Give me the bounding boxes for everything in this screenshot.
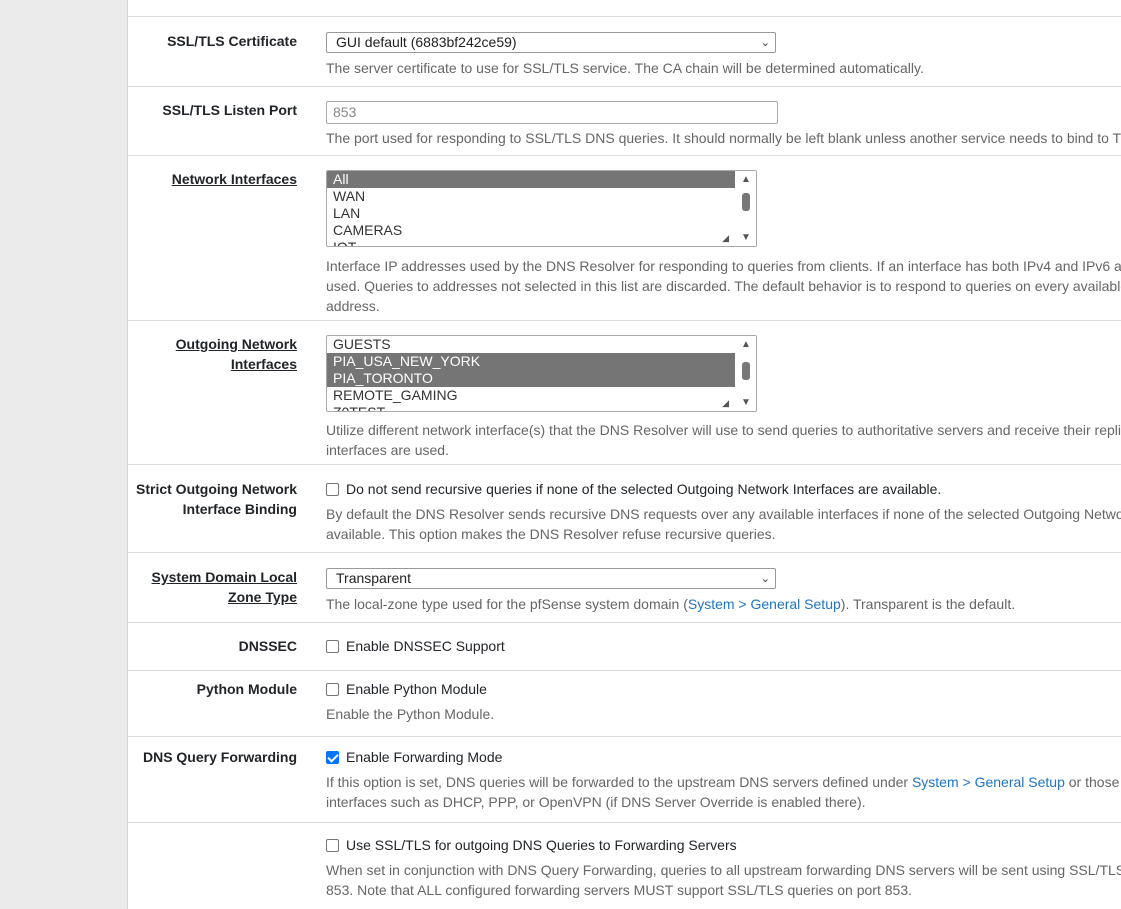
listbox-scrollbar[interactable]: ▲ ▼ <box>736 336 756 411</box>
help-line: If this option is set, DNS queries will … <box>326 774 1121 790</box>
help-line: interfaces are used. <box>326 442 449 458</box>
help-line: Interface IP addresses used by the DNS R… <box>326 258 1121 274</box>
previous-row-fragment <box>128 0 1121 17</box>
ssl-certificate-label: SSL/TLS Certificate <box>167 33 297 49</box>
help-text: ). Transparent is the default. <box>840 596 1016 612</box>
python-module-help: Enable the Python Module. <box>326 706 495 722</box>
resize-grip-icon[interactable]: ◢ <box>722 233 729 244</box>
list-option-cameras[interactable]: CAMERAS <box>327 222 735 239</box>
chevron-down-icon: ⌄ <box>760 573 770 585</box>
strict-binding-checkbox[interactable] <box>326 483 339 496</box>
chevron-down-icon: ⌄ <box>760 37 770 49</box>
list-option-pia-toronto[interactable]: PIA_TORONTO <box>327 370 735 387</box>
scroll-up-icon[interactable]: ▲ <box>741 174 751 185</box>
python-module-checkbox[interactable] <box>326 683 339 696</box>
zone-type-select[interactable]: Transparent ⌄ <box>326 568 776 589</box>
list-option-guests[interactable]: GUESTS <box>327 336 735 353</box>
forwarding-tls-checkbox[interactable] <box>326 839 339 852</box>
help-line: address. <box>326 298 380 314</box>
strict-binding-label: Strict Outgoing Network Interface Binding <box>136 481 297 517</box>
forwarding-tls-checkbox-label[interactable]: Use SSL/TLS for outgoing DNS Queries to … <box>346 837 737 853</box>
list-option-z0test[interactable]: Z0TEST <box>327 404 735 411</box>
dns-query-forwarding-label: DNS Query Forwarding <box>142 749 297 765</box>
general-setup-link[interactable]: System > General Setup <box>912 774 1065 790</box>
forwarding-checkbox[interactable] <box>326 751 339 764</box>
network-interfaces-listbox[interactable]: All WAN LAN CAMERAS IOT ▲ ▼ ◢ <box>326 170 757 247</box>
scroll-thumb[interactable] <box>742 362 750 380</box>
row-outgoing-network-interfaces: Outgoing Network Interfaces GUESTS PIA_US… <box>128 321 1121 465</box>
help-line: Utilize different network interface(s) t… <box>326 422 1121 438</box>
list-option-remote-gaming[interactable]: REMOTE_GAMING <box>327 387 735 404</box>
network-interfaces-help: Interface IP addresses used by the DNS R… <box>326 256 1121 316</box>
ssl-certificate-value: GUI default (6883bf242ce59) <box>336 34 517 50</box>
help-line: 853. Note that ALL configured forwarding… <box>326 882 912 898</box>
list-option-wan[interactable]: WAN <box>327 188 735 205</box>
ssl-certificate-select[interactable]: GUI default (6883bf242ce59) ⌄ <box>326 32 776 53</box>
settings-panel: SSL/TLS Certificate GUI default (6883bf2… <box>127 0 1121 909</box>
dnssec-label: DNSSEC <box>238 638 297 654</box>
resize-grip-icon[interactable]: ◢ <box>722 398 729 409</box>
help-line: available. This option makes the DNS Res… <box>326 526 776 542</box>
zone-type-value: Transparent <box>336 570 411 586</box>
dnssec-option: Enable DNSSEC Support <box>326 636 1121 656</box>
scroll-thumb[interactable] <box>742 193 750 211</box>
forwarding-option: Enable Forwarding Mode <box>326 747 1121 767</box>
help-line: interfaces such as DHCP, PPP, or OpenVPN… <box>326 794 866 810</box>
general-setup-link[interactable]: System > General Setup <box>688 596 841 612</box>
outgoing-network-interfaces-listbox[interactable]: GUESTS PIA_USA_NEW_YORK PIA_TORONTO REMO… <box>326 335 757 412</box>
row-forwarding-tls: Use SSL/TLS for outgoing DNS Queries to … <box>128 823 1121 909</box>
python-module-label: Python Module <box>196 681 297 697</box>
help-line: By default the DNS Resolver sends recurs… <box>326 506 1121 522</box>
python-module-option: Enable Python Module <box>326 679 1121 699</box>
outgoing-network-interfaces-label: Outgoing Network Interfaces <box>175 336 297 372</box>
dnssec-checkbox[interactable] <box>326 640 339 653</box>
list-option-iot[interactable]: IOT <box>327 239 735 246</box>
strict-binding-option: Do not send recursive queries if none of… <box>326 479 1121 499</box>
help-text: The local-zone type used for the pfSense… <box>326 596 688 612</box>
network-interfaces-label: Network Interfaces <box>171 171 297 187</box>
help-line: When set in conjunction with DNS Query F… <box>326 862 1121 878</box>
strict-binding-checkbox-label[interactable]: Do not send recursive queries if none of… <box>346 481 941 497</box>
forwarding-help: If this option is set, DNS queries will … <box>326 772 1121 812</box>
ssl-certificate-help: The server certificate to use for SSL/TL… <box>326 60 924 76</box>
row-dnssec: DNSSEC Enable DNSSEC Support <box>128 623 1121 671</box>
scroll-up-icon[interactable]: ▲ <box>741 339 751 350</box>
help-line: used. Queries to addresses not selected … <box>326 278 1121 294</box>
zone-type-label: System Domain Local Zone Type <box>151 569 298 605</box>
ssl-listen-port-input[interactable]: 853 <box>326 101 778 124</box>
row-ssl-certificate: SSL/TLS Certificate GUI default (6883bf2… <box>128 17 1121 87</box>
scroll-down-icon[interactable]: ▼ <box>741 232 751 243</box>
outgoing-network-interfaces-help: Utilize different network interface(s) t… <box>326 420 1121 460</box>
zone-type-help: The local-zone type used for the pfSense… <box>326 594 1121 614</box>
row-ssl-listen-port: SSL/TLS Listen Port 853 The port used fo… <box>128 87 1121 156</box>
forwarding-checkbox-label[interactable]: Enable Forwarding Mode <box>346 749 502 765</box>
python-module-checkbox-label[interactable]: Enable Python Module <box>346 681 487 697</box>
list-option-all[interactable]: All <box>327 171 735 188</box>
list-option-pia-usa-new-york[interactable]: PIA_USA_NEW_YORK <box>327 353 735 370</box>
forwarding-tls-option: Use SSL/TLS for outgoing DNS Queries to … <box>326 835 1121 855</box>
listbox-scrollbar[interactable]: ▲ ▼ <box>736 171 756 246</box>
row-strict-binding: Strict Outgoing Network Interface Binding… <box>128 465 1121 553</box>
row-dns-query-forwarding: DNS Query Forwarding Enable Forwarding M… <box>128 737 1121 823</box>
ssl-listen-port-label: SSL/TLS Listen Port <box>162 102 297 118</box>
strict-binding-help: By default the DNS Resolver sends recurs… <box>326 504 1121 544</box>
dnssec-checkbox-label[interactable]: Enable DNSSEC Support <box>346 638 505 654</box>
list-option-lan[interactable]: LAN <box>327 205 735 222</box>
ssl-listen-port-help: The port used for responding to SSL/TLS … <box>326 130 1121 146</box>
forwarding-tls-help: When set in conjunction with DNS Query F… <box>326 860 1121 900</box>
row-python-module: Python Module Enable Python Module Enabl… <box>128 671 1121 737</box>
row-network-interfaces: Network Interfaces All WAN LAN CAMERAS I… <box>128 156 1121 321</box>
scroll-down-icon[interactable]: ▼ <box>741 397 751 408</box>
row-zone-type: System Domain Local Zone Type Transparent… <box>128 553 1121 623</box>
